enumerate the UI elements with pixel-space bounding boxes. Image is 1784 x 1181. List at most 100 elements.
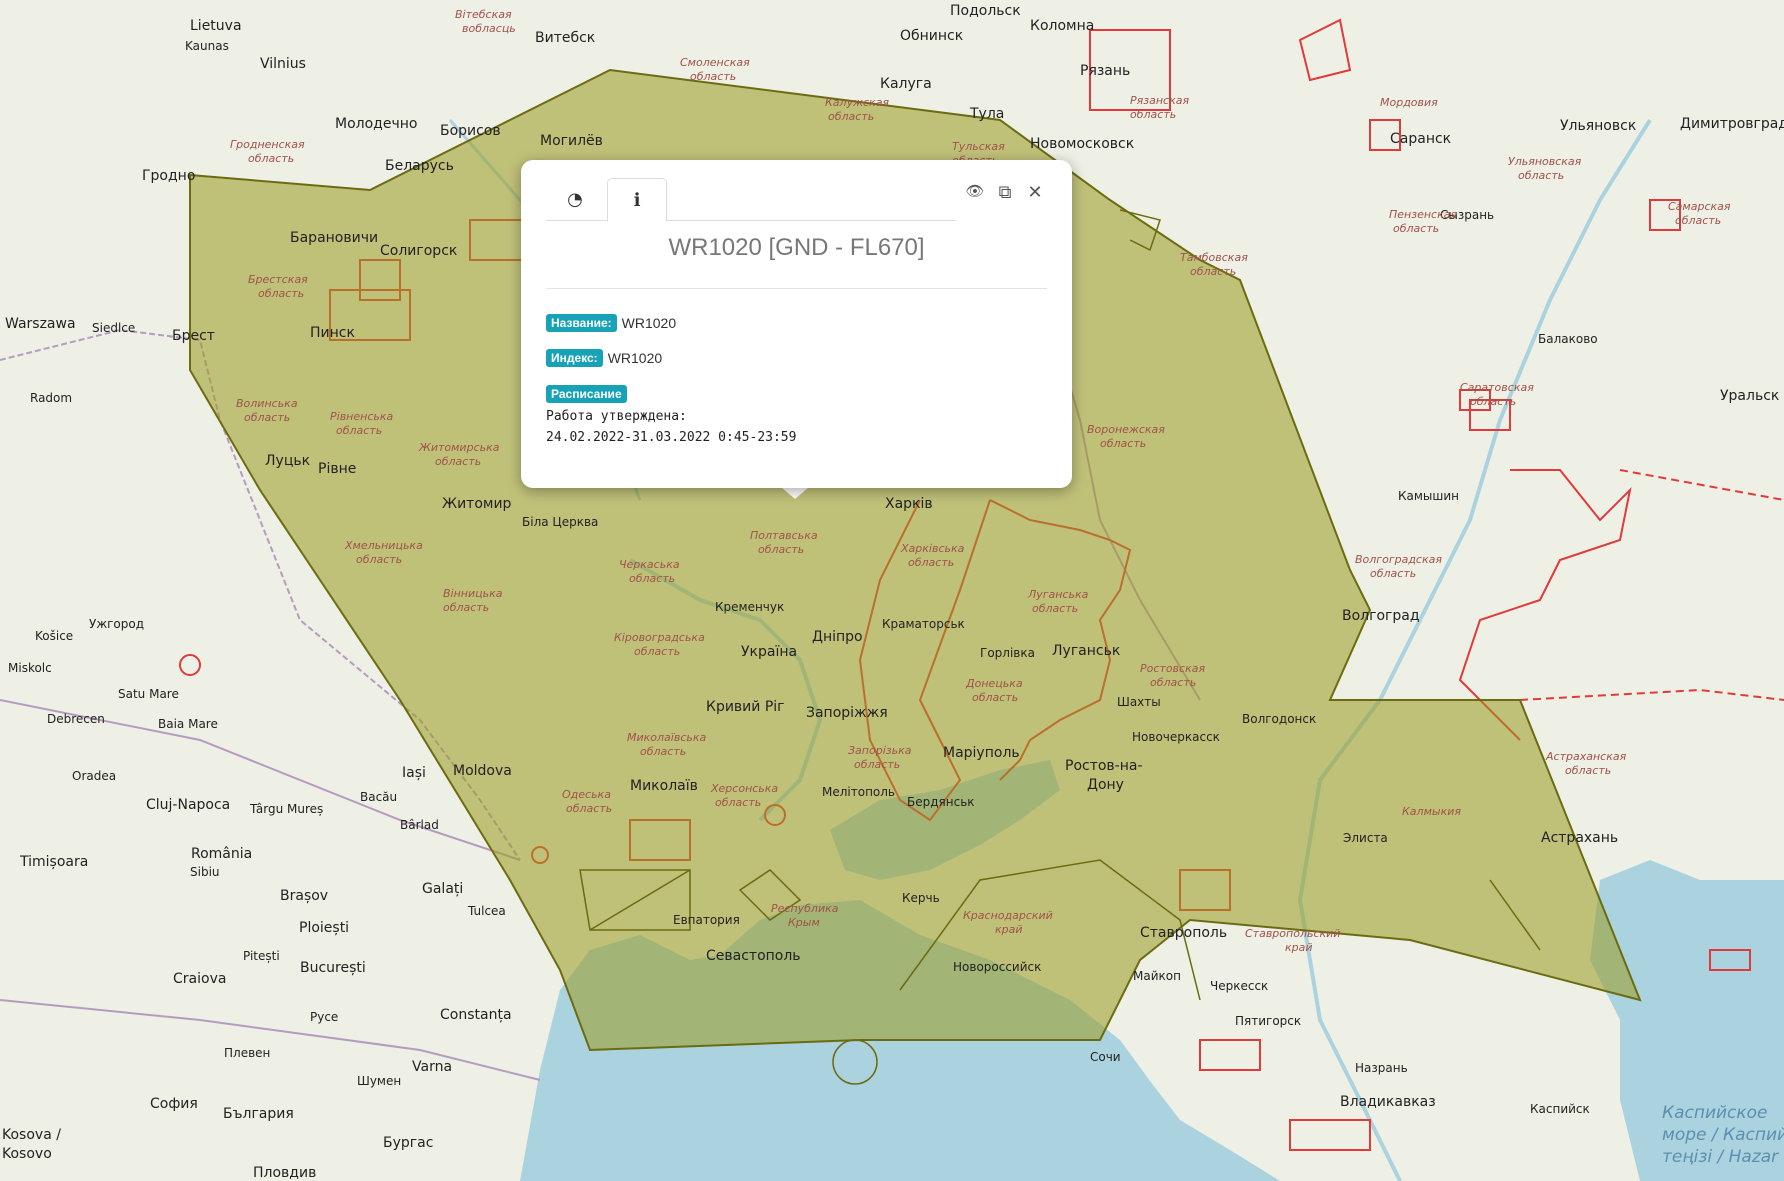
svg-text:Vilnius: Vilnius [260,56,306,72]
schedule-badge: Расписание [546,385,627,403]
index-value: WR1020 [607,350,663,366]
svg-text:Майкоп: Майкоп [1133,969,1181,983]
svg-text:Смоленская: Смоленская [680,56,750,69]
name-row: Название: WR1020 [546,314,676,332]
svg-text:Kosovo: Kosovo [2,1146,52,1162]
svg-text:край: край [995,923,1023,936]
svg-text:область: область [1470,395,1516,408]
tab-statistics[interactable]: ◔ [546,178,604,220]
svg-text:Рязань: Рязань [1080,63,1130,79]
svg-text:Брестская: Брестская [248,273,308,286]
copy-icon[interactable]: ⧉ [994,182,1016,203]
schedule-line-1: Работа утверждена: [546,409,687,424]
svg-text:Ростов-на-: Ростов-на- [1065,758,1143,774]
svg-text:Pitești: Pitești [243,949,280,963]
pie-chart-icon: ◔ [567,188,583,210]
svg-text:Debrecen: Debrecen [47,712,105,726]
svg-text:область: область [1518,169,1564,182]
name-badge: Название: [546,314,617,332]
svg-text:область: область [258,287,304,300]
svg-text:Ploiești: Ploiești [299,920,349,936]
svg-text:Коломна: Коломна [1030,18,1094,34]
close-icon[interactable]: ✕ [1024,182,1046,203]
svg-text:Пинск: Пинск [310,325,355,341]
svg-text:Луганська: Луганська [1027,588,1089,601]
svg-text:Харківська: Харківська [900,542,965,555]
svg-text:Sibiu: Sibiu [190,865,220,879]
svg-text:Хмельницька: Хмельницька [344,539,423,552]
svg-text:Брест: Брест [172,328,215,344]
svg-text:область: область [715,796,761,809]
svg-text:Астраханская: Астраханская [1545,750,1627,763]
svg-text:Мордовия: Мордовия [1380,96,1438,109]
svg-text:Kosova /: Kosova / [2,1127,61,1143]
svg-text:Балаково: Балаково [1538,332,1598,346]
svg-text:Саранск: Саранск [1390,131,1451,147]
svg-text:Cluj-Napoca: Cluj-Napoca [146,797,230,813]
svg-text:Владикавказ: Владикавказ [1340,1094,1436,1110]
svg-text:область: область [1032,602,1078,615]
svg-text:Барановичи: Барановичи [290,230,378,246]
svg-text:Миколаївська: Миколаївська [627,731,706,744]
svg-text:România: România [191,846,252,862]
svg-text:Миколаїв: Миколаїв [630,778,698,794]
svg-text:Baia Mare: Baia Mare [158,717,218,731]
svg-text:Подольск: Подольск [950,3,1021,19]
svg-text:Запорізька: Запорізька [848,744,912,757]
svg-text:Кривий Ріг: Кривий Ріг [706,699,785,715]
svg-text:Вінницька: Вінницька [443,587,503,600]
svg-text:Калмыкия: Калмыкия [1402,805,1461,818]
svg-text:область: область [1370,567,1416,580]
svg-text:Севастополь: Севастополь [706,948,801,964]
svg-text:область: область [1190,265,1236,278]
svg-text:Tulcea: Tulcea [467,904,506,918]
svg-text:Гродно: Гродно [142,168,195,184]
svg-text:Košice: Košice [35,629,73,643]
svg-text:Луцьк: Луцьк [265,453,310,469]
svg-text:Рівне: Рівне [318,461,356,477]
svg-text:Timișoara: Timișoara [19,854,88,870]
svg-text:область: область [640,745,686,758]
svg-text:Târgu Mureș: Târgu Mureș [249,802,323,816]
eye-icon[interactable]: 👁 [964,182,986,203]
index-badge: Индекс: [546,349,603,367]
svg-text:Маріуполь: Маріуполь [943,745,1020,761]
svg-text:область: область [854,758,900,771]
svg-text:область: область [244,411,290,424]
svg-text:Донецька: Донецька [965,677,1023,690]
svg-text:Kaunas: Kaunas [185,39,229,53]
svg-text:Ставропольский: Ставропольский [1245,927,1340,940]
svg-text:Ужгород: Ужгород [89,617,144,631]
svg-text:область: область [629,572,675,585]
svg-text:Самарская: Самарская [1668,200,1731,213]
svg-text:Камышин: Камышин [1398,489,1459,503]
svg-text:область: область [566,802,612,815]
svg-text:Тула: Тула [969,106,1004,122]
svg-text:Warszawa: Warszawa [5,316,76,332]
svg-text:Могилёв: Могилёв [540,133,603,149]
popup-pointer [781,487,809,499]
svg-text:Дону: Дону [1087,777,1124,793]
svg-text:Пловдив: Пловдив [253,1165,316,1181]
svg-text:Житомирська: Житомирська [418,441,500,454]
svg-text:Сочи: Сочи [1090,1050,1121,1064]
svg-text:область: область [1100,437,1146,450]
schedule-line-2: 24.02.2022-31.03.2022 0:45-23:59 [546,430,797,445]
svg-text:Запоріжжя: Запоріжжя [806,705,888,721]
svg-text:область: область [972,691,1018,704]
svg-text:Назрань: Назрань [1355,1061,1408,1075]
svg-text:Рязанская: Рязанская [1130,94,1189,107]
svg-text:Волгоградская: Волгоградская [1355,553,1442,566]
svg-text:область: область [336,424,382,437]
svg-text:Ульяновская: Ульяновская [1508,155,1582,168]
svg-text:область: область [634,645,680,658]
svg-text:Radom: Radom [30,391,72,405]
svg-text:область: область [1393,222,1439,235]
svg-text:България: България [223,1106,294,1122]
tab-info[interactable]: ℹ [607,178,667,222]
svg-text:Miskolc: Miskolc [8,661,52,675]
svg-text:Волинська: Волинська [236,397,298,410]
svg-text:Воронежская: Воронежская [1087,423,1165,436]
svg-text:Крым: Крым [788,916,820,929]
svg-text:Волгоград: Волгоград [1342,608,1420,624]
